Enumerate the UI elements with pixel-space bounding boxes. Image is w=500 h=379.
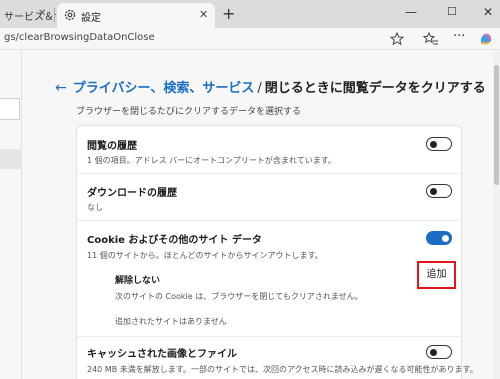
divider — [77, 220, 463, 221]
dont-clear-empty-note: 追加されたサイトはありません — [115, 317, 227, 326]
new-tab-icon[interactable]: + — [222, 4, 235, 23]
window-close-icon[interactable]: ✕ — [483, 5, 493, 19]
dont-clear-title: 解除しない — [115, 276, 161, 286]
add-site-button[interactable]: 追加 — [417, 261, 456, 289]
minimize-icon[interactable]: — — [405, 5, 417, 19]
toggle-knob — [430, 141, 437, 148]
copilot-icon[interactable] — [478, 31, 494, 47]
tab-services[interactable]: サービス＆サ — [0, 3, 56, 28]
page-title: 閉じるときに閲覧データをクリアする — [264, 81, 486, 96]
breadcrumb: ← プライバシー、検索、サービス / 閉じるときに閲覧データをクリアする — [55, 77, 486, 96]
more-options-icon[interactable]: ··· — [453, 29, 465, 44]
settings-page: ← プライバシー、検索、サービス / 閉じるときに閲覧データをクリアする ブラウザーを… — [0, 51, 500, 379]
dont-clear-desc: 次のサイトの Cookie は、ブラウザーを閉じてもクリアされません。 — [115, 292, 363, 301]
sidebar-search-input[interactable] — [0, 98, 20, 120]
item-download-history-title: ダウンロードの履歴 — [87, 188, 177, 199]
download-history-toggle[interactable] — [426, 184, 452, 198]
item-download-history-desc: なし — [87, 203, 103, 212]
toggle-knob — [442, 235, 449, 242]
toggle-knob — [430, 188, 437, 195]
sidebar-item-selected[interactable] — [0, 149, 22, 169]
breadcrumb-parent-link[interactable]: プライバシー、検索、サービス — [73, 81, 255, 96]
item-cookies-desc: 11 個のサイトから。ほとんどのサイトからサインアウトします。 — [87, 251, 323, 260]
breadcrumb-separator: / — [257, 81, 262, 96]
tab-services-label: サービス＆サ — [4, 12, 56, 23]
clear-data-card: 閲覧の履歴 1 個の項目。アドレス バーにオートコンプリートが含まれています。 … — [76, 125, 478, 379]
page-subtitle: ブラウザーを閉じるたびにクリアするデータを選択する — [76, 107, 302, 117]
item-cache-desc: 240 MB 未満を解放します。一部のサイトでは、次回のアクセス時に読み込みが遅… — [87, 365, 478, 374]
tab-settings-label: 設定 — [81, 13, 101, 24]
browsing-history-toggle[interactable] — [426, 137, 452, 151]
divider — [77, 336, 463, 337]
back-arrow-icon[interactable]: ← — [55, 80, 67, 96]
favorites-list-icon[interactable] — [423, 31, 439, 47]
toggle-knob — [430, 349, 437, 356]
cookies-toggle[interactable] — [426, 231, 452, 245]
tab-separator — [54, 8, 55, 22]
item-browsing-history-desc: 1 個の項目。アドレス バーにオートコンプリートが含まれています。 — [87, 156, 336, 165]
settings-sidebar — [0, 51, 22, 379]
page-scrollbar[interactable] — [493, 51, 500, 379]
address-bar: gs/clearBrowsingDataOnClose ··· — [0, 28, 500, 50]
favorite-star-icon[interactable] — [389, 31, 405, 47]
maximize-icon[interactable]: ☐ — [447, 5, 457, 18]
gear-icon — [64, 9, 76, 21]
tab-settings[interactable]: 設定 ✕ — [57, 3, 215, 28]
tab-settings-close-icon[interactable]: ✕ — [199, 8, 208, 21]
tab-services-close-icon[interactable]: ✕ — [38, 8, 46, 19]
divider — [77, 173, 463, 174]
item-cache-title: キャッシュされた画像とファイル — [87, 349, 237, 360]
item-browsing-history-title: 閲覧の履歴 — [87, 141, 137, 152]
tab-strip: サービス＆サ ✕ 設定 ✕ + — ☐ ✕ — [0, 0, 500, 28]
url-text[interactable]: gs/clearBrowsingDataOnClose — [4, 32, 155, 43]
cache-toggle[interactable] — [426, 345, 452, 359]
scrollbar-thumb[interactable] — [494, 65, 499, 185]
item-cookies-title: Cookie およびその他のサイト データ — [87, 235, 262, 246]
